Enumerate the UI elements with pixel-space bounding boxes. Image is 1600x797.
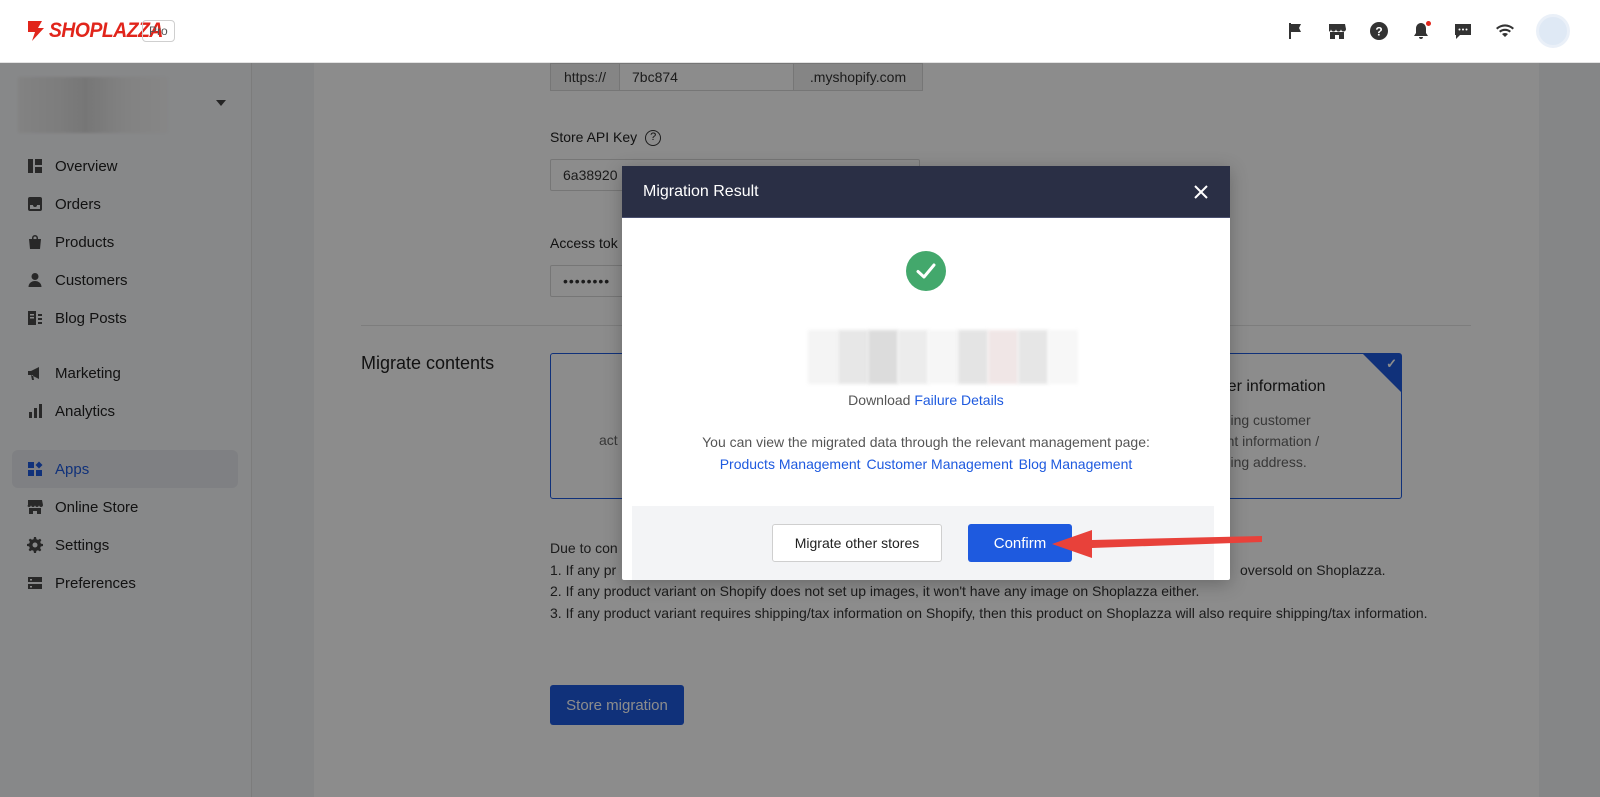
bell-icon[interactable] [1410,20,1432,42]
flag-icon[interactable] [1284,20,1306,42]
migrate-other-stores-button[interactable]: Migrate other stores [772,524,942,562]
products-management-link[interactable]: Products Management [720,456,861,472]
customer-management-link[interactable]: Customer Management [866,456,1012,472]
download-prefix: Download [848,392,911,408]
avatar[interactable] [1536,14,1570,48]
annotation-arrow-icon [1052,530,1262,558]
modal-title: Migration Result [643,182,759,200]
wifi-icon[interactable] [1494,20,1516,42]
migration-result-modal: Migration Result Download Failure Detail… [622,166,1230,580]
result-summary-blurred [808,330,1078,384]
logo-mark-icon [28,21,44,41]
modal-header: Migration Result [622,166,1230,218]
store-icon[interactable] [1326,20,1348,42]
close-icon[interactable] [1190,181,1212,203]
info-text: You can view the migrated data through t… [702,434,1150,450]
management-links: Products Management Customer Management … [622,456,1230,472]
svg-text:?: ? [1375,25,1382,39]
blog-management-link[interactable]: Blog Management [1019,456,1133,472]
download-row: Download Failure Details [622,392,1230,408]
top-bar: SHOPLAZZA Pro ? [0,0,1600,63]
success-check-icon [906,251,946,291]
message-icon[interactable] [1452,20,1474,42]
failure-details-link[interactable]: Failure Details [914,392,1003,408]
notification-dot [1426,21,1431,26]
plan-badge: Pro [142,20,175,42]
help-icon[interactable]: ? [1368,20,1390,42]
